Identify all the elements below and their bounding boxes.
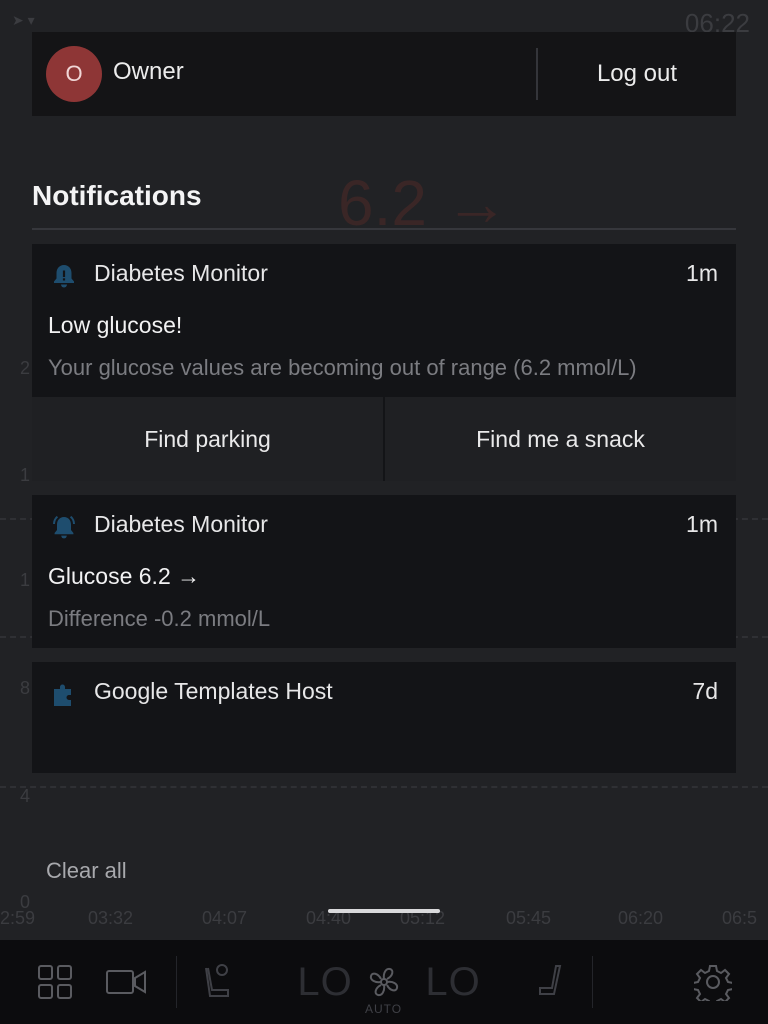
notification-time: 1m: [686, 511, 718, 537]
x-tick: 06:5: [722, 908, 758, 928]
puzzle-icon: [54, 684, 71, 706]
bell-icon: [54, 265, 74, 288]
home-indicator[interactable]: [328, 909, 440, 913]
left-temperature[interactable]: LO: [297, 956, 351, 1008]
notification-card[interactable]: Diabetes Monitor 1m Low glucose! Your gl…: [32, 244, 736, 481]
y-tick: 8: [20, 678, 31, 698]
settings-gear-icon[interactable]: [692, 956, 734, 1008]
find-snack-button[interactable]: Find me a snack: [385, 397, 736, 481]
divider: [592, 956, 593, 1008]
x-tick: 05:45: [506, 908, 552, 928]
notification-card[interactable]: Diabetes Monitor 1m Glucose 6.2 → Differ…: [32, 495, 736, 648]
notification-time: 7d: [692, 678, 718, 704]
x-tick: 2:59: [0, 908, 36, 928]
seat-heat-passenger-icon[interactable]: [530, 956, 570, 1008]
notification-headline: Low glucose!: [48, 312, 183, 338]
notification-headline: Glucose 6.2 →: [48, 563, 201, 589]
seat-heat-driver-icon[interactable]: [198, 956, 238, 1008]
status-icons: ➤ ▾: [12, 12, 35, 28]
clear-all-button[interactable]: Clear all: [46, 858, 127, 884]
notifications-title: Notifications: [32, 180, 202, 211]
grid-line: [0, 786, 768, 788]
x-tick: 03:32: [88, 908, 134, 928]
divider: [32, 228, 736, 230]
notification-card[interactable]: Google Templates Host 7d: [32, 662, 736, 773]
bell-ringing-icon: [53, 515, 75, 539]
avatar[interactable]: O: [46, 46, 102, 102]
right-temperature[interactable]: LO: [425, 956, 479, 1008]
notification-body: Your glucose values are becoming out of …: [48, 355, 637, 380]
fan-mode-label: AUTO: [365, 1002, 403, 1016]
divider: [176, 956, 177, 1008]
fan-icon[interactable]: [364, 956, 404, 1008]
bottom-dock: LO AUTO LO: [0, 940, 768, 1024]
notification-time: 1m: [686, 260, 718, 286]
logout-button[interactable]: Log out: [538, 32, 736, 116]
notification-actions: Find parking Find me a snack: [32, 397, 736, 481]
find-parking-button[interactable]: Find parking: [32, 397, 383, 481]
app-grid-icon[interactable]: [34, 956, 76, 1008]
y-tick: 2: [20, 358, 31, 378]
user-card: O Owner Log out: [32, 32, 736, 116]
notification-app-name: Diabetes Monitor: [94, 260, 268, 286]
x-tick: 04:07: [202, 908, 248, 928]
y-tick: 1: [20, 570, 31, 590]
y-tick: 1: [20, 465, 31, 485]
x-tick: 06:20: [618, 908, 664, 928]
user-name[interactable]: Owner: [113, 58, 184, 86]
notification-app-name: Diabetes Monitor: [94, 511, 268, 537]
notification-app-name: Google Templates Host: [94, 678, 333, 704]
notification-body: Difference -0.2 mmol/L: [48, 606, 271, 631]
camera-icon[interactable]: [104, 956, 148, 1008]
y-tick: 4: [20, 786, 31, 806]
